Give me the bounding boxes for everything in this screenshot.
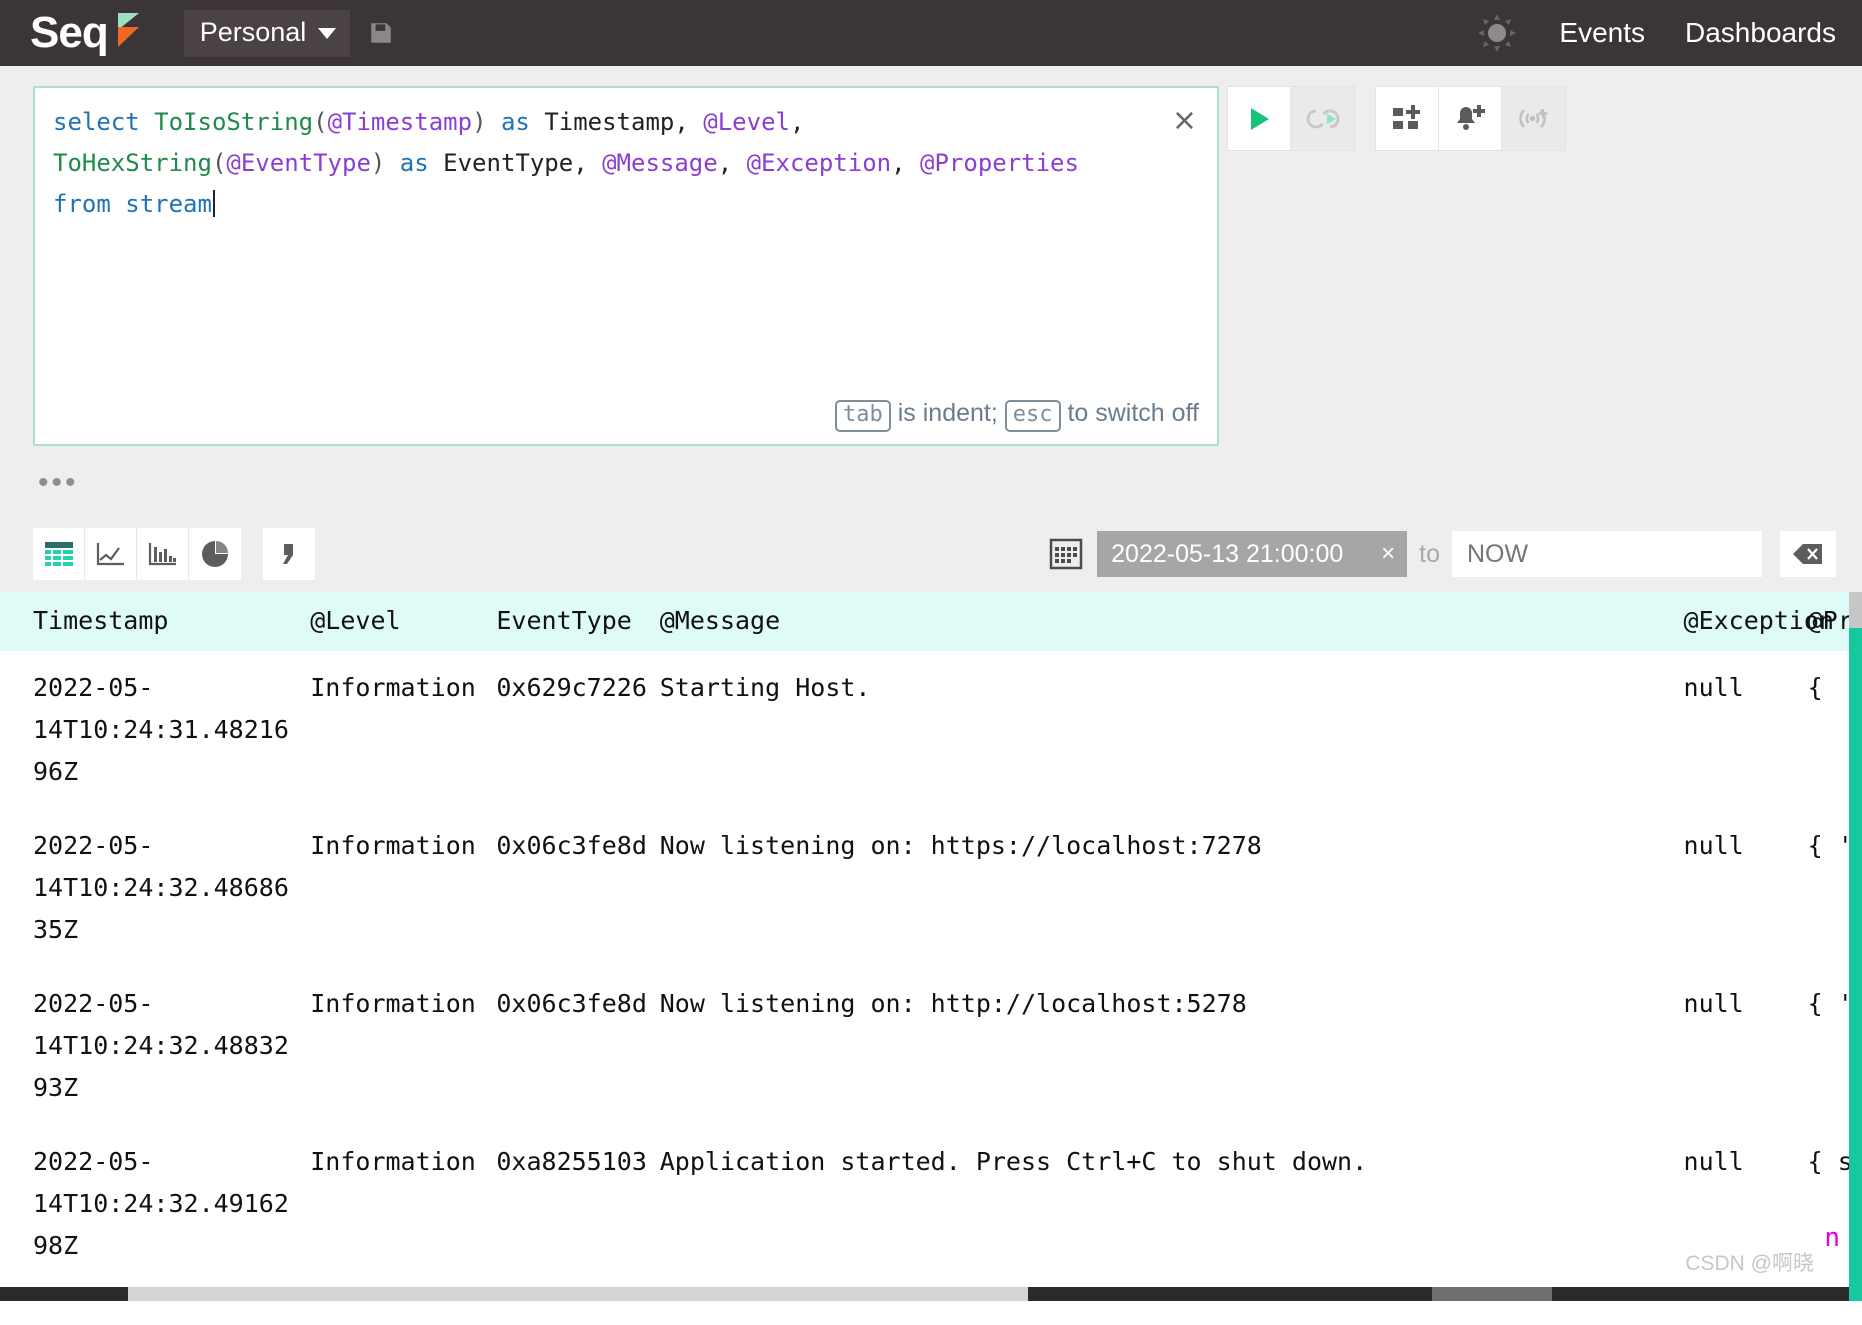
column-header-exception[interactable]: @Exception xyxy=(1683,592,1834,651)
cell-properties: { ' xyxy=(1807,989,1849,1018)
time-from-input[interactable]: 2022-05-13 21:00:00 × xyxy=(1097,531,1408,577)
time-from-value: 2022-05-13 21:00:00 xyxy=(1111,539,1344,568)
brand-text: Seq xyxy=(30,8,109,57)
chevron-down-icon xyxy=(318,27,337,39)
view-type-group xyxy=(33,528,241,580)
cell-properties: { s xyxy=(1807,1147,1849,1176)
cell-properties: { xyxy=(1807,673,1823,702)
query-input[interactable]: select ToIsoString(@Timestamp) as Timest… xyxy=(33,86,1219,446)
cell-message: Starting Host. xyxy=(659,673,871,702)
cell-eventtype: 0x06c3fe8d xyxy=(496,831,647,860)
time-to-input[interactable] xyxy=(1452,531,1762,577)
query-action-toolbar xyxy=(1227,86,1566,151)
results-table-header: Timestamp @Level EventType @Message @Exc… xyxy=(0,592,1849,651)
vertical-scrollbar-track xyxy=(1849,628,1862,1301)
vertical-scrollbar[interactable] xyxy=(1849,592,1862,1301)
cell-level: Information xyxy=(310,831,476,860)
cell-message: Now listening on: http://localhost:5278 xyxy=(659,989,1247,1018)
column-header-properties[interactable]: @Properties xyxy=(1807,592,1849,651)
nav-link-dashboards[interactable]: Dashboards xyxy=(1685,17,1836,49)
clear-query-button[interactable]: × xyxy=(1172,106,1197,136)
time-range-controls: 2022-05-13 21:00:00 × to xyxy=(1049,531,1836,577)
results-panel: Timestamp @Level EventType @Message @Exc… xyxy=(0,592,1862,1301)
table-row[interactable]: 2022-05-14T10:24:32.4883293Z Information 0… xyxy=(0,967,1849,1125)
cell-timestamp: 2022-05-14T10:24:31.4821696Z xyxy=(33,673,289,786)
create-alert-button[interactable] xyxy=(1439,87,1502,150)
cell-timestamp: 2022-05-14T10:24:32.4916298Z xyxy=(33,1147,289,1260)
query-line-1: select ToIsoString(@Timestamp) as Timest… xyxy=(53,108,805,136)
cell-level: Information xyxy=(310,673,476,702)
view-bar-chart[interactable] xyxy=(137,528,189,580)
cell-timestamp: 2022-05-14T10:24:32.4883293Z xyxy=(33,989,289,1102)
cell-eventtype: 0x629c7226 xyxy=(496,673,647,702)
query-line-2: ToHexString(@EventType) as EventType, @M… xyxy=(53,149,1079,177)
secondary-action-group xyxy=(1375,86,1566,151)
cell-exception: null xyxy=(1683,1147,1744,1176)
query-more-options[interactable]: ••• xyxy=(0,446,1862,498)
time-to-label: to xyxy=(1419,539,1440,568)
column-header-timestamp[interactable]: Timestamp xyxy=(0,592,311,651)
clear-time-from-button[interactable]: × xyxy=(1381,540,1395,568)
create-signal-button[interactable] xyxy=(1502,87,1565,150)
view-table[interactable] xyxy=(33,528,85,580)
cell-exception: null xyxy=(1683,831,1744,860)
results-table-body: 2022-05-14T10:24:31.4821696Z Information 0… xyxy=(0,651,1849,1301)
brand-mark-icon xyxy=(117,13,140,47)
results-table: Timestamp @Level EventType @Message @Exc… xyxy=(0,592,1849,1301)
column-header-level[interactable]: @Level xyxy=(310,592,497,651)
app-logo[interactable]: Seq xyxy=(30,11,140,55)
nav-right-group: Events Dashboards xyxy=(1475,11,1836,55)
column-header-eventtype[interactable]: EventType xyxy=(496,592,660,651)
export-group xyxy=(263,528,315,580)
horizontal-scrollbar[interactable] xyxy=(0,1287,1849,1301)
hint-mid: is indent; xyxy=(890,399,1005,427)
key-esc: esc xyxy=(1004,400,1061,432)
clear-time-range-button[interactable] xyxy=(1780,531,1836,577)
column-header-message[interactable]: @Message xyxy=(659,592,1684,651)
cell-exception: null xyxy=(1683,673,1744,702)
view-and-time-bar: 2022-05-13 21:00:00 × to xyxy=(0,516,1862,592)
calendar-icon[interactable] xyxy=(1049,537,1083,571)
cell-properties: { ' xyxy=(1807,831,1849,860)
cell-level: Information xyxy=(310,1147,476,1176)
query-editor-area: select ToIsoString(@Timestamp) as Timest… xyxy=(0,66,1862,516)
cell-message: Application started. Press Ctrl+C to shu… xyxy=(659,1147,1368,1176)
live-tail-button[interactable] xyxy=(1291,87,1354,150)
workspace-label: Personal xyxy=(199,16,307,47)
run-button-group xyxy=(1227,86,1355,151)
header-row: Timestamp @Level EventType @Message @Exc… xyxy=(0,592,1849,651)
cell-exception: null xyxy=(1683,989,1744,1018)
add-to-dashboard-button[interactable] xyxy=(1376,87,1439,150)
top-navigation-bar: Seq Personal Events Dashboards xyxy=(0,0,1862,66)
nav-link-events[interactable]: Events xyxy=(1559,17,1645,49)
editor-hint: tab is indent; esc to switch off xyxy=(835,393,1199,434)
view-line-chart[interactable] xyxy=(85,528,137,580)
hint-tail: to switch off xyxy=(1060,399,1199,427)
table-row[interactable]: 2022-05-14T10:24:31.4821696Z Information 0… xyxy=(0,651,1849,809)
workspace-selector[interactable]: Personal xyxy=(183,9,351,57)
horizontal-scrollbar-thumb-secondary[interactable] xyxy=(1432,1287,1552,1301)
floppy-disk-icon[interactable] xyxy=(368,20,394,46)
key-tab: tab xyxy=(835,400,891,432)
table-row[interactable]: 2022-05-14T10:24:32.4916298Z Information 0… xyxy=(0,1125,1849,1283)
run-query-button[interactable] xyxy=(1228,87,1291,150)
cell-timestamp: 2022-05-14T10:24:32.4868635Z xyxy=(33,831,289,944)
vertical-scrollbar-thumb[interactable] xyxy=(1849,592,1862,628)
cell-level: Information xyxy=(310,989,476,1018)
properties-overflow-marker: n xyxy=(1824,1223,1840,1253)
sun-icon[interactable] xyxy=(1475,11,1519,55)
horizontal-scrollbar-thumb[interactable] xyxy=(128,1287,1028,1301)
view-pie-chart[interactable] xyxy=(189,528,241,580)
cell-message: Now listening on: https://localhost:7278 xyxy=(659,831,1262,860)
table-row[interactable]: 2022-05-14T10:24:32.4868635Z Information 0… xyxy=(0,809,1849,967)
query-line-3: from stream xyxy=(53,184,1199,225)
view-csv[interactable] xyxy=(263,528,315,580)
cell-eventtype: 0x06c3fe8d xyxy=(496,989,647,1018)
cell-eventtype: 0xa8255103 xyxy=(496,1147,647,1176)
